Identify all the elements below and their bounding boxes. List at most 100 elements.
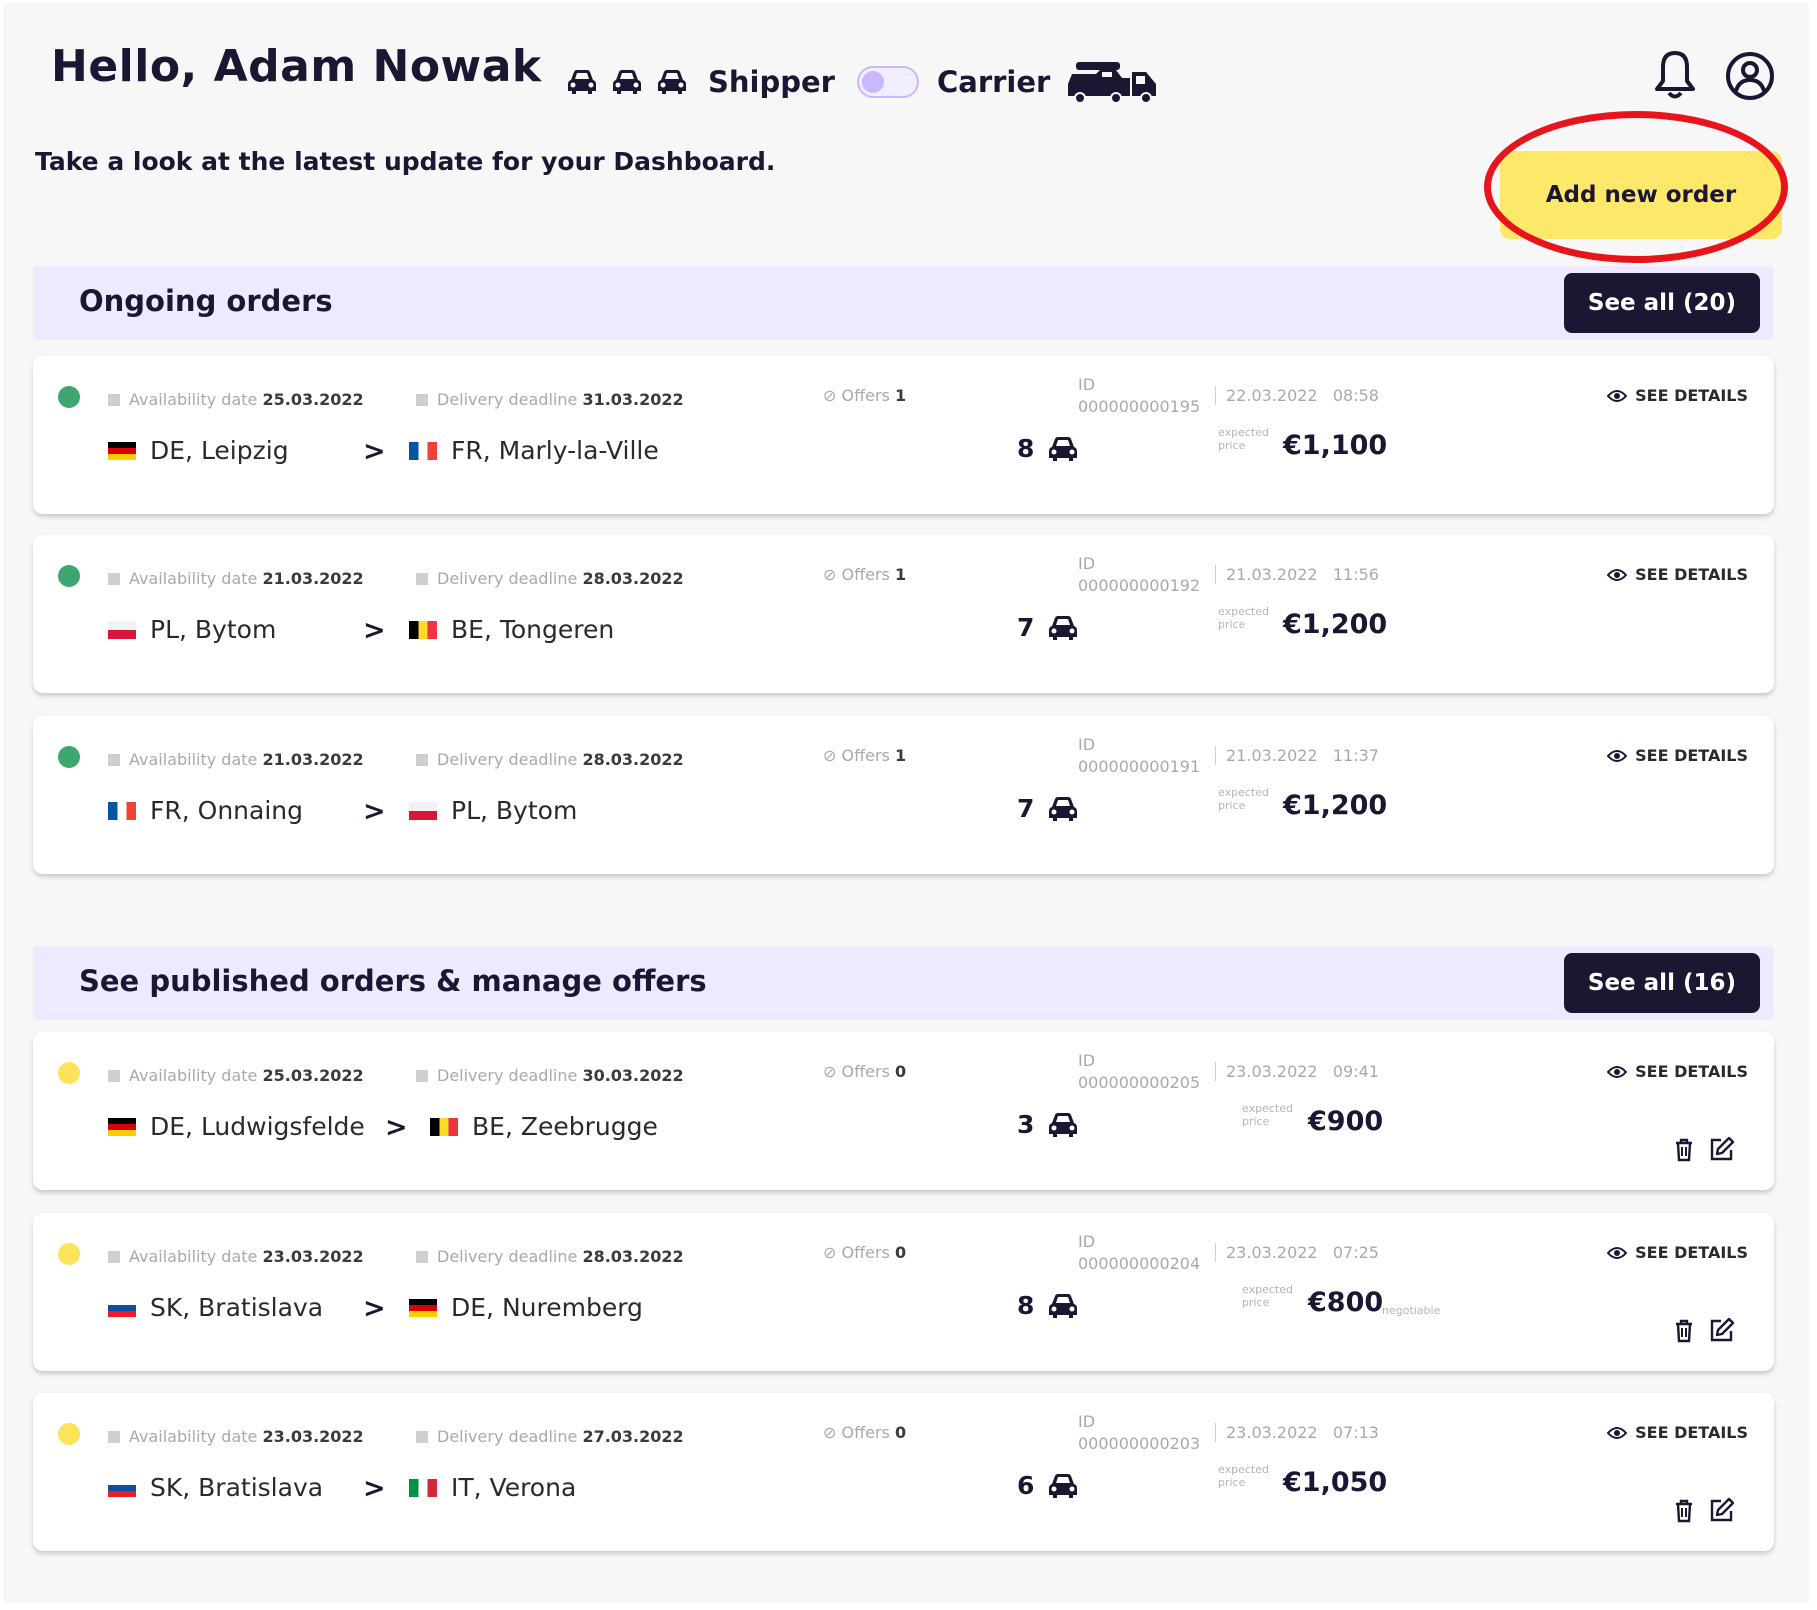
status-dot bbox=[58, 1062, 80, 1084]
order-card[interactable]: Availability date 25.03.2022 Delivery de… bbox=[33, 1032, 1774, 1190]
car-icon bbox=[1049, 615, 1078, 640]
link-icon: ⊘ bbox=[823, 386, 837, 405]
published-orders-header: See published orders & manage offers See… bbox=[33, 946, 1774, 1020]
vehicle-count: 6 bbox=[1017, 1471, 1080, 1500]
car-icon bbox=[1049, 1112, 1078, 1137]
offers-count: ⊘ Offers 1 bbox=[823, 386, 907, 405]
status-dot bbox=[58, 1243, 80, 1265]
eye-icon bbox=[1607, 749, 1628, 762]
carrier-label: Carrier bbox=[936, 65, 1051, 99]
delivery-deadline: Delivery deadline 28.03.2022 bbox=[416, 1247, 684, 1266]
order-id: ID 000000000195 bbox=[1078, 375, 1201, 416]
car-icon bbox=[613, 70, 641, 94]
link-icon: ⊘ bbox=[823, 746, 837, 765]
destination-location: FR, Marly-la-Ville bbox=[409, 436, 659, 465]
expected-price-label: expected price bbox=[1218, 786, 1269, 812]
edit-pencil-icon[interactable] bbox=[1709, 1317, 1735, 1343]
section-title: Ongoing orders bbox=[79, 284, 333, 318]
eye-icon bbox=[1607, 568, 1628, 581]
order-card[interactable]: Availability date 21.03.2022 Delivery de… bbox=[33, 535, 1774, 693]
link-icon: ⊘ bbox=[823, 1423, 837, 1442]
delete-trash-icon[interactable] bbox=[1674, 1138, 1694, 1162]
order-card[interactable]: Availability date 23.03.2022 Delivery de… bbox=[33, 1213, 1774, 1371]
order-card[interactable]: Availability date 21.03.2022 Delivery de… bbox=[33, 716, 1774, 874]
expected-price: €1,200 bbox=[1283, 609, 1388, 640]
order-card[interactable]: Availability date 25.03.2022 Delivery de… bbox=[33, 356, 1774, 514]
vehicle-count: 7 bbox=[1017, 794, 1080, 823]
add-new-order-button[interactable]: Add new order bbox=[1500, 151, 1782, 239]
see-details-link[interactable]: SEE DETAILS bbox=[1607, 565, 1748, 584]
order-id: ID 000000000192 bbox=[1078, 554, 1201, 595]
car-icon bbox=[568, 70, 596, 94]
availability-date: Availability date 25.03.2022 bbox=[108, 1066, 364, 1085]
origin-location: SK, Bratislava bbox=[108, 1293, 323, 1322]
offers-count: ⊘ Offers 0 bbox=[823, 1423, 907, 1442]
destination-location: DE, Nuremberg bbox=[409, 1293, 643, 1322]
car-icon bbox=[1049, 1293, 1078, 1318]
link-icon: ⊘ bbox=[823, 565, 837, 584]
order-timestamp: 23.03.2022 09:41 bbox=[1215, 1062, 1379, 1081]
origin-location: PL, Bytom bbox=[108, 615, 276, 644]
status-dot bbox=[58, 1423, 80, 1445]
offers-count: ⊘ Offers 1 bbox=[823, 565, 907, 584]
shipper-label: Shipper bbox=[708, 65, 835, 99]
destination-flag-icon bbox=[409, 1298, 437, 1317]
edit-pencil-icon[interactable] bbox=[1709, 1136, 1735, 1162]
car-carrier-truck-icon bbox=[1068, 62, 1157, 104]
car-icon bbox=[658, 70, 686, 94]
car-icon bbox=[1049, 436, 1078, 461]
status-dot bbox=[58, 746, 80, 768]
availability-date: Availability date 23.03.2022 bbox=[108, 1247, 364, 1266]
eye-icon bbox=[1607, 1065, 1628, 1078]
delete-trash-icon[interactable] bbox=[1674, 1319, 1694, 1343]
destination-flag-icon bbox=[430, 1117, 458, 1136]
see-details-link[interactable]: SEE DETAILS bbox=[1607, 746, 1748, 765]
see-details-link[interactable]: SEE DETAILS bbox=[1607, 1423, 1748, 1442]
expected-price-label: expected price bbox=[1218, 605, 1269, 631]
negotiable-label: negotiable bbox=[1382, 1304, 1441, 1317]
vehicle-count: 7 bbox=[1017, 613, 1080, 642]
expected-price-label: expected price bbox=[1242, 1283, 1293, 1309]
status-dot bbox=[58, 565, 80, 587]
edit-pencil-icon[interactable] bbox=[1709, 1497, 1735, 1523]
order-id: ID 000000000191 bbox=[1078, 735, 1201, 776]
destination-location: BE, Tongeren bbox=[409, 615, 614, 644]
dashboard-subtitle: Take a look at the latest update for you… bbox=[35, 147, 776, 176]
origin-flag-icon bbox=[108, 1478, 136, 1497]
origin-flag-icon bbox=[108, 1298, 136, 1317]
vehicle-count: 3 bbox=[1017, 1110, 1080, 1139]
see-all-published-button[interactable]: See all (16) bbox=[1563, 953, 1760, 1013]
order-id: ID 000000000203 bbox=[1078, 1412, 1201, 1453]
see-all-ongoing-button[interactable]: See all (20) bbox=[1563, 273, 1760, 333]
route-arrow-icon: > bbox=[363, 796, 386, 827]
delivery-deadline: Delivery deadline 30.03.2022 bbox=[416, 1066, 684, 1085]
availability-date: Availability date 25.03.2022 bbox=[108, 390, 364, 409]
order-timestamp: 23.03.2022 07:13 bbox=[1215, 1423, 1379, 1442]
link-icon: ⊘ bbox=[823, 1062, 837, 1081]
status-dot bbox=[58, 386, 80, 408]
vehicle-count: 8 bbox=[1017, 434, 1080, 463]
origin-location: SK, Bratislava bbox=[108, 1473, 323, 1502]
origin-flag-icon bbox=[108, 801, 136, 820]
eye-icon bbox=[1607, 1246, 1628, 1259]
link-icon: ⊘ bbox=[823, 1243, 837, 1262]
see-details-link[interactable]: SEE DETAILS bbox=[1607, 1062, 1748, 1081]
delete-trash-icon[interactable] bbox=[1674, 1499, 1694, 1523]
offers-count: ⊘ Offers 1 bbox=[823, 746, 907, 765]
origin-location: FR, Onnaing bbox=[108, 796, 303, 825]
see-details-link[interactable]: SEE DETAILS bbox=[1607, 386, 1748, 405]
expected-price: €800 bbox=[1308, 1287, 1384, 1318]
offers-count: ⊘ Offers 0 bbox=[823, 1243, 907, 1262]
expected-price: €900 bbox=[1308, 1106, 1384, 1137]
shipper-carrier-toggle[interactable] bbox=[856, 66, 919, 98]
order-timestamp: 22.03.2022 08:58 bbox=[1215, 386, 1379, 405]
origin-flag-icon bbox=[108, 441, 136, 460]
route-arrow-icon: > bbox=[363, 615, 386, 646]
user-profile-icon[interactable] bbox=[1725, 51, 1775, 101]
notification-bell-icon[interactable] bbox=[1653, 49, 1697, 101]
order-id: ID 000000000205 bbox=[1078, 1051, 1201, 1092]
order-card[interactable]: Availability date 23.03.2022 Delivery de… bbox=[33, 1393, 1774, 1551]
delivery-deadline: Delivery deadline 31.03.2022 bbox=[416, 390, 684, 409]
delivery-deadline: Delivery deadline 28.03.2022 bbox=[416, 569, 684, 588]
see-details-link[interactable]: SEE DETAILS bbox=[1607, 1243, 1748, 1262]
